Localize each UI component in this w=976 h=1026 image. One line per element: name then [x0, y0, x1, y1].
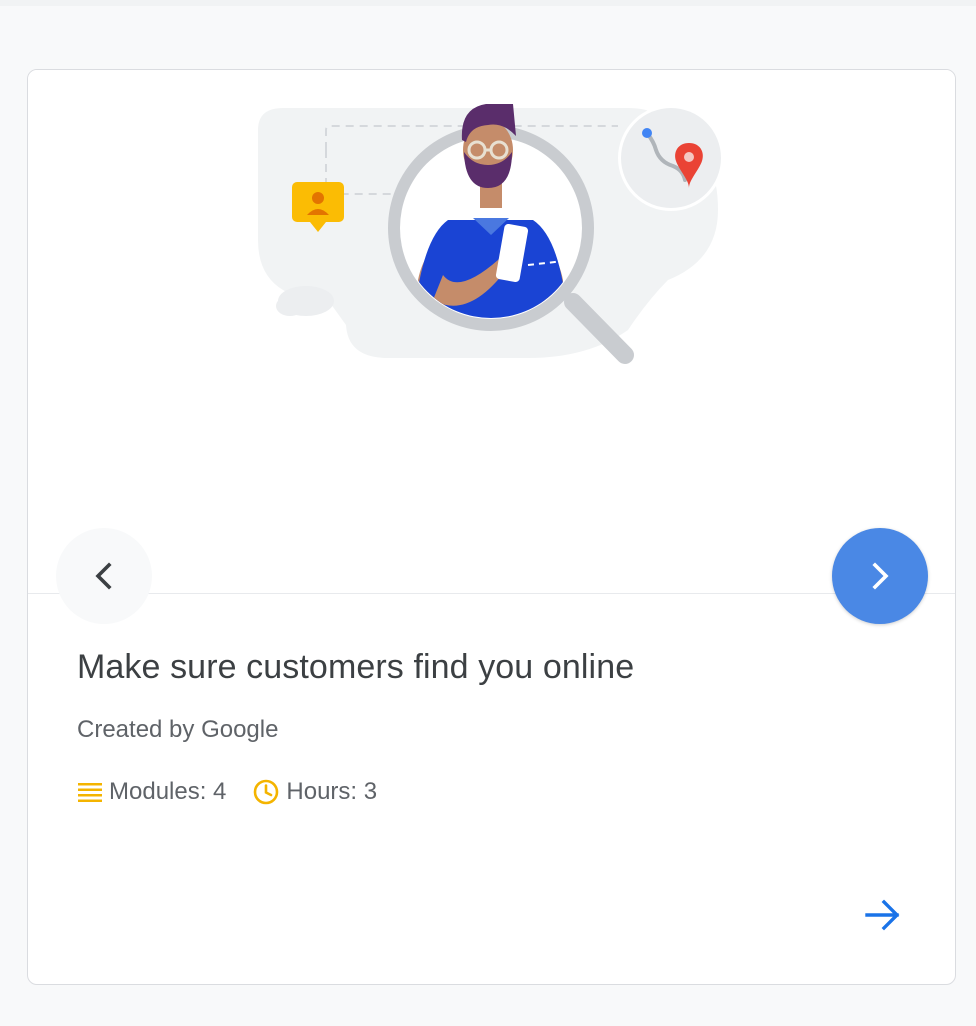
course-title[interactable]: Make sure customers find you online: [77, 648, 634, 687]
next-button[interactable]: [832, 528, 928, 624]
illustration-image: [258, 104, 724, 364]
clock-icon: [254, 779, 279, 805]
chevron-left-icon: [95, 562, 112, 590]
course-illustration: [28, 70, 955, 593]
card-divider: [28, 593, 955, 594]
top-bar: [0, 0, 976, 6]
chevron-right-icon: [872, 562, 889, 590]
list-icon: [78, 783, 102, 802]
modules-label: Modules: 4: [109, 778, 227, 805]
hours-label: Hours: 3: [286, 778, 378, 805]
course-meta: Modules: 4 Hours: 3: [77, 775, 403, 809]
course-creator: Created by Google: [77, 716, 279, 743]
previous-button[interactable]: [56, 528, 152, 624]
arrow-right-icon: [865, 899, 900, 931]
hours-count: Hours: 3: [252, 778, 377, 806]
course-card[interactable]: Make sure customers find you online Crea…: [27, 69, 956, 985]
open-course-button[interactable]: [858, 890, 908, 940]
modules-count: Modules: 4: [77, 778, 226, 806]
